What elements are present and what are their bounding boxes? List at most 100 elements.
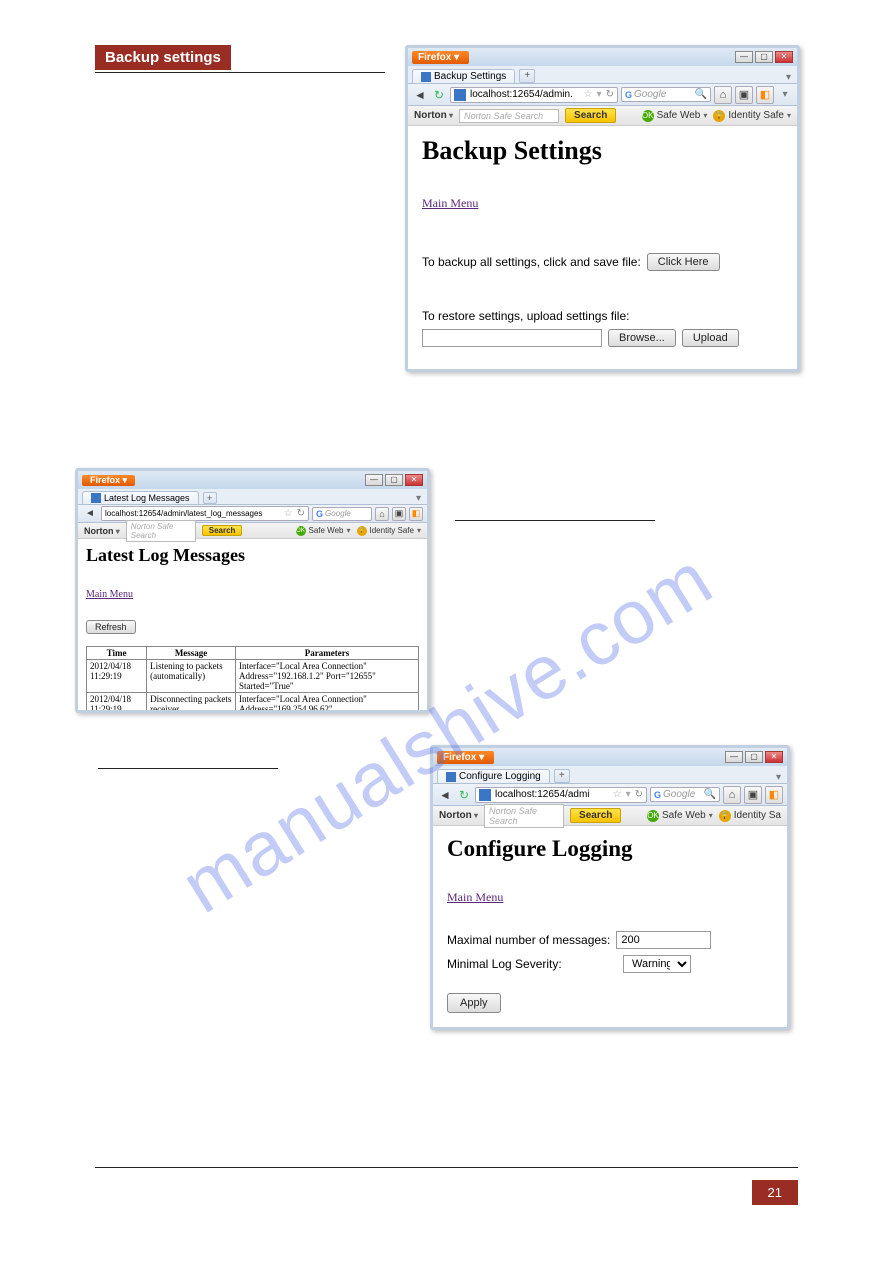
norton-logo[interactable]: Norton ▾	[84, 526, 120, 536]
tab-list-dropdown-icon[interactable]: ▾	[776, 772, 787, 783]
back-button[interactable]: ◄	[437, 787, 453, 803]
browser-search-box[interactable]: G Google 🔍	[621, 87, 711, 102]
close-button[interactable]: ✕	[405, 474, 423, 486]
safeweb-ok-icon: OK	[647, 810, 659, 822]
norton-logo[interactable]: Norton ▾	[414, 110, 453, 121]
home-button[interactable]: ⌂	[714, 86, 732, 104]
norton-search-button[interactable]: Search	[570, 808, 621, 823]
log-table: Time Message Parameters 2012/04/18 11:29…	[86, 646, 419, 713]
bookmarks-button[interactable]: ▣	[392, 507, 406, 521]
tab-list-dropdown-icon[interactable]: ▾	[786, 72, 797, 83]
reload-button[interactable]: ↻	[431, 87, 447, 103]
max-messages-input[interactable]	[616, 931, 711, 949]
min-severity-select[interactable]: Warning	[623, 955, 691, 973]
firefox-menu-button[interactable]: Firefox ▾	[437, 751, 494, 764]
toolbar-overflow-icon[interactable]: ▾	[777, 87, 793, 103]
table-row: 2012/04/18 11:29:19 Listening to packets…	[87, 660, 419, 693]
browser-search-box[interactable]: G Google 🔍	[650, 787, 720, 802]
norton-search-button[interactable]: Search	[202, 525, 243, 536]
tab-favicon-icon	[91, 493, 101, 503]
close-button[interactable]: ✕	[765, 751, 783, 763]
norton-search-button[interactable]: Search	[565, 108, 616, 123]
new-tab-button[interactable]: +	[554, 769, 570, 783]
search-glass-icon[interactable]: 🔍	[704, 789, 716, 800]
firefox-menu-button[interactable]: Firefox ▾	[412, 51, 469, 64]
tab-log[interactable]: Latest Log Messages	[82, 491, 199, 504]
apply-button[interactable]: Apply	[447, 993, 501, 1013]
cell-time: 2012/04/18 11:29:19	[87, 660, 147, 693]
site-identity-icon	[454, 89, 466, 101]
go-reload-icon[interactable]: ↻	[606, 89, 614, 100]
browser-search-box[interactable]: G Google	[312, 507, 372, 521]
url-field[interactable]: localhost:12654/admin. ☆ ▾ ↻	[450, 87, 618, 103]
maximize-button[interactable]: ▢	[385, 474, 403, 486]
reload-button[interactable]: ↻	[456, 787, 472, 803]
minimize-button[interactable]: —	[735, 51, 753, 63]
google-icon: G	[654, 790, 661, 800]
bookmark-star-icon[interactable]: ☆	[613, 789, 622, 800]
back-button[interactable]: ◄	[412, 87, 428, 103]
th-message: Message	[147, 647, 236, 660]
identity-safe-indicator[interactable]: 🔒Identity Sa	[719, 810, 781, 822]
maximize-button[interactable]: ▢	[745, 751, 763, 763]
feed-button[interactable]: ◧	[756, 86, 774, 104]
page-title: Backup Settings	[422, 136, 783, 166]
url-field[interactable]: localhost:12654/admi ☆ ▾ ↻	[475, 787, 647, 803]
section-config-heading: Configure logging	[98, 750, 278, 768]
main-menu-link[interactable]: Main Menu	[86, 589, 133, 600]
bookmarks-button[interactable]: ▣	[744, 786, 762, 804]
safeweb-indicator[interactable]: OKSafe Web ▾	[296, 526, 351, 536]
th-parameters: Parameters	[235, 647, 418, 660]
max-messages-label: Maximal number of messages:	[447, 933, 610, 947]
home-button[interactable]: ⌂	[723, 786, 741, 804]
identity-safe-indicator[interactable]: 🔒Identity Safe ▾	[357, 526, 422, 536]
go-reload-icon[interactable]: ↻	[297, 508, 305, 519]
url-text: localhost:12654/admin.	[470, 89, 573, 100]
identity-lock-icon: 🔒	[713, 110, 725, 122]
backup-window: Firefox ▾ — ▢ ✕ Backup Settings + ▾ ◄ ↻ …	[405, 45, 800, 372]
tab-favicon-icon	[446, 772, 456, 782]
norton-logo[interactable]: Norton ▾	[439, 810, 478, 821]
main-menu-link[interactable]: Main Menu	[422, 196, 478, 210]
go-reload-icon[interactable]: ↻	[635, 789, 643, 800]
back-button[interactable]: ◄	[82, 506, 98, 522]
norton-search-input[interactable]: Norton Safe Search	[484, 804, 564, 828]
new-tab-button[interactable]: +	[519, 69, 535, 83]
search-glass-icon[interactable]: 🔍	[695, 89, 707, 100]
home-button[interactable]: ⌂	[375, 507, 389, 521]
minimize-button[interactable]: —	[365, 474, 383, 486]
tab-config[interactable]: Configure Logging	[437, 769, 550, 783]
bookmarks-button[interactable]: ▣	[735, 86, 753, 104]
maximize-button[interactable]: ▢	[755, 51, 773, 63]
minimize-button[interactable]: —	[725, 751, 743, 763]
tab-bar: Backup Settings + ▾	[408, 66, 797, 84]
click-here-button[interactable]: Click Here	[647, 253, 720, 271]
feed-button[interactable]: ◧	[765, 786, 783, 804]
refresh-button[interactable]: Refresh	[86, 620, 136, 634]
dropdown-history-icon[interactable]: ▾	[626, 789, 631, 800]
google-icon: G	[316, 509, 323, 519]
th-time: Time	[87, 647, 147, 660]
main-menu-link[interactable]: Main Menu	[447, 890, 503, 904]
tab-list-dropdown-icon[interactable]: ▾	[416, 493, 427, 504]
identity-safe-indicator[interactable]: 🔒Identity Safe ▾	[713, 110, 791, 122]
safeweb-indicator[interactable]: OKSafe Web ▾	[647, 810, 713, 822]
feed-button[interactable]: ◧	[409, 507, 423, 521]
firefox-menu-button[interactable]: Firefox ▾	[82, 475, 135, 486]
norton-search-input[interactable]: Norton Safe Search	[459, 109, 559, 123]
tab-backup[interactable]: Backup Settings	[412, 69, 515, 83]
upload-button[interactable]: Upload	[682, 329, 739, 347]
norton-toolbar: Norton ▾ Norton Safe Search Search OKSaf…	[433, 806, 787, 826]
tab-bar: Configure Logging + ▾	[433, 766, 787, 784]
tab-title: Backup Settings	[434, 71, 506, 82]
bookmark-star-icon[interactable]: ☆	[584, 89, 593, 100]
dropdown-history-icon[interactable]: ▾	[597, 89, 602, 100]
safeweb-indicator[interactable]: OKSafe Web ▾	[642, 110, 708, 122]
browse-button[interactable]: Browse...	[608, 329, 676, 347]
new-tab-button[interactable]: +	[203, 492, 217, 504]
bookmark-star-icon[interactable]: ☆	[284, 508, 293, 519]
log-window: Firefox ▾ — ▢ ✕ Latest Log Messages + ▾ …	[75, 468, 430, 713]
close-button[interactable]: ✕	[775, 51, 793, 63]
restore-file-input[interactable]	[422, 329, 602, 347]
norton-search-input[interactable]: Norton Safe Search	[126, 520, 196, 542]
